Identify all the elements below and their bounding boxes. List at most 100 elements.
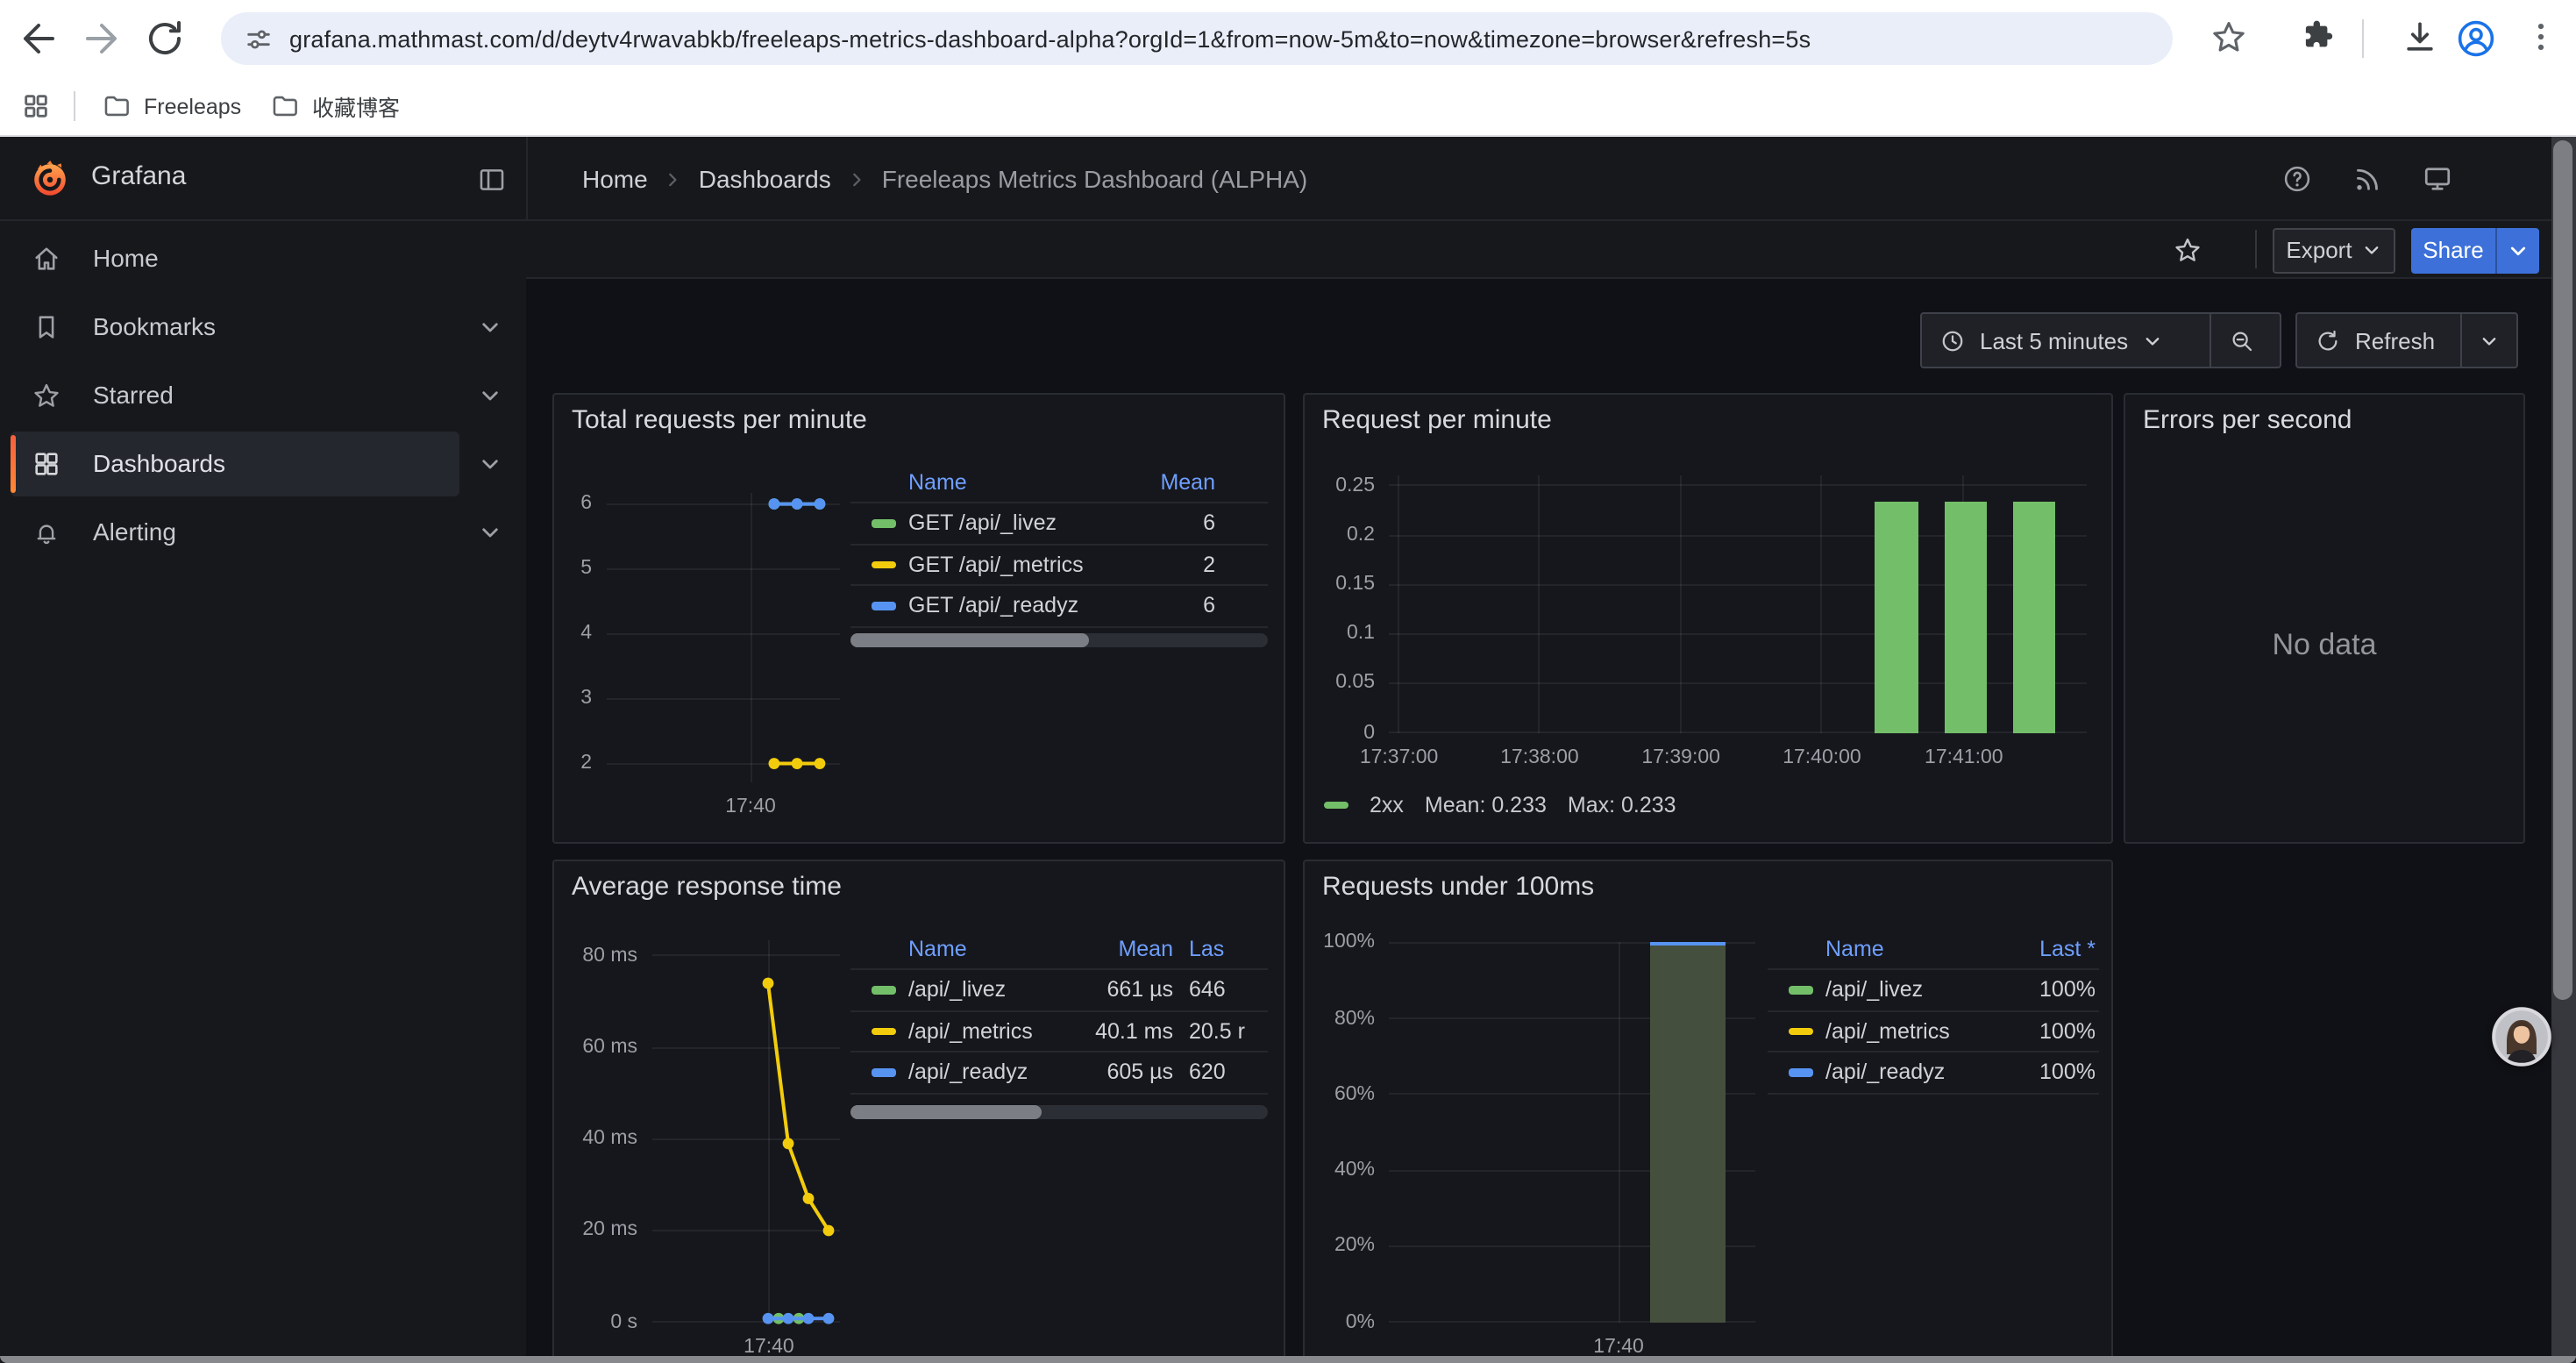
url-text[interactable]: grafana.mathmast.com/d/deytv4rwavabkb/fr… xyxy=(289,25,1811,52)
time-range-picker[interactable]: Last 5 minutes xyxy=(1922,314,2210,367)
profile-icon[interactable] xyxy=(2455,18,2497,60)
scrollbar-thumb[interactable] xyxy=(850,1105,1042,1119)
address-bar[interactable]: grafana.mathmast.com/d/deytv4rwavabkb/fr… xyxy=(221,12,2173,65)
x-tick-label: 17:40 xyxy=(677,795,824,819)
refresh-button[interactable]: Refresh xyxy=(2297,314,2460,367)
bookmark-icon xyxy=(32,312,61,342)
chevron-down-icon[interactable] xyxy=(479,453,502,475)
page-scrollbar[interactable] xyxy=(2551,137,2576,1355)
scrollbar-thumb[interactable] xyxy=(850,633,1088,647)
series-last: 646 xyxy=(1173,978,1268,1003)
legend-scrollbar[interactable] xyxy=(850,1105,1268,1119)
download-icon[interactable] xyxy=(2401,18,2443,60)
bookmark-star-icon[interactable] xyxy=(2210,18,2252,60)
chevron-down-icon[interactable] xyxy=(479,316,502,339)
series-name: /api/_metrics xyxy=(1825,1019,1990,1044)
time-controls: Last 5 minutes xyxy=(1920,312,2281,368)
series-last: 100% xyxy=(1990,1019,2099,1044)
clock-icon xyxy=(1939,327,1966,353)
y-tick-label: 0.2 xyxy=(1303,523,1375,547)
col-header-last[interactable]: Last * xyxy=(1990,936,2099,960)
help-icon[interactable] xyxy=(2281,163,2313,195)
panel-title[interactable]: Errors per second xyxy=(2143,405,2352,435)
legend-header-row: Name Mean Las xyxy=(850,928,1268,970)
breadcrumb-home[interactable]: Home xyxy=(582,165,648,193)
chevron-down-icon[interactable] xyxy=(479,521,502,544)
series-mean: 2 xyxy=(1110,553,1268,577)
grafana-logo[interactable] xyxy=(30,158,70,198)
legend-row[interactable]: /api/_readyz 605 µs 620 xyxy=(850,1053,1268,1094)
series-swatch xyxy=(872,519,896,527)
legend-table: Name Last * /api/_livez 100% /api/_metri… xyxy=(1768,928,2099,1094)
panel-requests-under-100ms: Requests under 100ms 100%80%60%40%20%0%1… xyxy=(1303,860,2113,1363)
bookmark-folder-blogs[interactable]: 收藏博客 xyxy=(270,77,400,135)
legend-row[interactable]: GET /api/_livez 6 xyxy=(850,503,1268,545)
legend[interactable]: 2xx Mean: 0.233 Max: 0.233 xyxy=(1324,793,1676,817)
col-header-last[interactable]: Las xyxy=(1173,936,1268,960)
sidebar-item-alerting[interactable]: Alerting xyxy=(0,498,526,567)
sidebar-item-dashboards[interactable]: Dashboards xyxy=(0,430,526,498)
chart-series xyxy=(651,940,840,1322)
breadcrumb-dashboards[interactable]: Dashboards xyxy=(699,165,831,193)
share-button[interactable]: Share xyxy=(2411,227,2495,273)
sidebar-toggle-icon[interactable] xyxy=(477,165,507,195)
y-tick-label: 0.1 xyxy=(1303,622,1375,646)
news-rss-icon[interactable] xyxy=(2352,163,2383,195)
scrollbar-thumb[interactable] xyxy=(2554,140,2573,1000)
legend-row[interactable]: /api/_livez 661 µs 646 xyxy=(850,970,1268,1011)
sidebar-item-label: Bookmarks xyxy=(93,312,216,340)
x-tick-label: 17:40:00 xyxy=(1748,745,1896,769)
series-last: 100% xyxy=(1990,1060,2099,1085)
floating-avatar[interactable] xyxy=(2492,1007,2551,1067)
legend-row[interactable]: /api/_metrics 40.1 ms 20.5 r xyxy=(850,1011,1268,1053)
sidebar-item-bookmarks[interactable]: Bookmarks xyxy=(0,293,526,361)
bell-icon xyxy=(32,517,61,547)
chevron-down-icon[interactable] xyxy=(479,384,502,407)
legend-row[interactable]: GET /api/_metrics 2 xyxy=(850,545,1268,586)
forward-icon[interactable] xyxy=(81,18,123,60)
sidebar-item-starred[interactable]: Starred xyxy=(0,361,526,430)
refresh-label: Refresh xyxy=(2355,327,2435,353)
export-button[interactable]: Export xyxy=(2273,227,2395,273)
col-header-name[interactable]: Name xyxy=(1825,936,1990,960)
chart-series xyxy=(1389,943,1755,1323)
favorite-star-icon[interactable] xyxy=(2173,235,2202,265)
sidebar-item-label: Home xyxy=(93,244,159,272)
legend-row[interactable]: GET /api/_readyz 6 xyxy=(850,586,1268,627)
back-icon[interactable] xyxy=(18,18,60,60)
zoom-out-button[interactable] xyxy=(2211,314,2273,367)
legend-row[interactable]: /api/_readyz 100% xyxy=(1768,1053,2099,1094)
chart-request-per-minute: 0.250.20.150.10.05017:37:0017:38:0017:39… xyxy=(1305,395,2111,842)
zoom-out-icon xyxy=(2229,327,2255,353)
window-bottom-bar xyxy=(0,1355,2576,1363)
refresh-icon xyxy=(2315,327,2341,353)
brand-name[interactable]: Grafana xyxy=(91,161,186,191)
chevron-down-icon xyxy=(2508,239,2529,260)
extensions-icon[interactable] xyxy=(2299,18,2341,60)
site-settings-icon[interactable] xyxy=(244,24,274,54)
kiosk-monitor-icon[interactable] xyxy=(2422,163,2453,195)
legend-table: Name Mean GET /api/_livez 6 GET /api/_me… xyxy=(850,461,1268,627)
browser-toolbar: grafana.mathmast.com/d/deytv4rwavabkb/fr… xyxy=(0,0,2576,77)
legend-row[interactable]: /api/_livez 100% xyxy=(1768,970,2099,1011)
browser-menu-icon[interactable] xyxy=(2522,18,2564,60)
series-last: 620 xyxy=(1173,1060,1268,1085)
series-name: /api/_livez xyxy=(908,978,1033,1003)
breadcrumb-current[interactable]: Freeleaps Metrics Dashboard (ALPHA) xyxy=(882,165,1308,193)
col-header-name[interactable]: Name xyxy=(908,469,1110,494)
col-header-mean[interactable]: Mean xyxy=(1110,469,1268,494)
legend-scrollbar[interactable] xyxy=(850,633,1268,647)
bookmark-folder-freeleaps[interactable]: Freeleaps xyxy=(102,77,241,135)
y-tick-label: 0.15 xyxy=(1303,572,1375,596)
apps-grid-icon[interactable] xyxy=(21,91,51,121)
share-menu-button[interactable] xyxy=(2495,227,2539,273)
toolbar-divider xyxy=(2255,230,2257,268)
col-header-mean[interactable]: Mean xyxy=(1033,936,1173,960)
col-header-name[interactable]: Name xyxy=(908,936,1033,960)
series-swatch xyxy=(1324,802,1348,810)
sidebar-item-home[interactable]: Home xyxy=(0,225,526,293)
legend-row[interactable]: /api/_metrics 100% xyxy=(1768,1011,2099,1053)
refresh-interval-button[interactable] xyxy=(2462,314,2516,367)
reload-icon[interactable] xyxy=(144,18,186,60)
y-tick-label: 20 ms xyxy=(553,1218,637,1243)
